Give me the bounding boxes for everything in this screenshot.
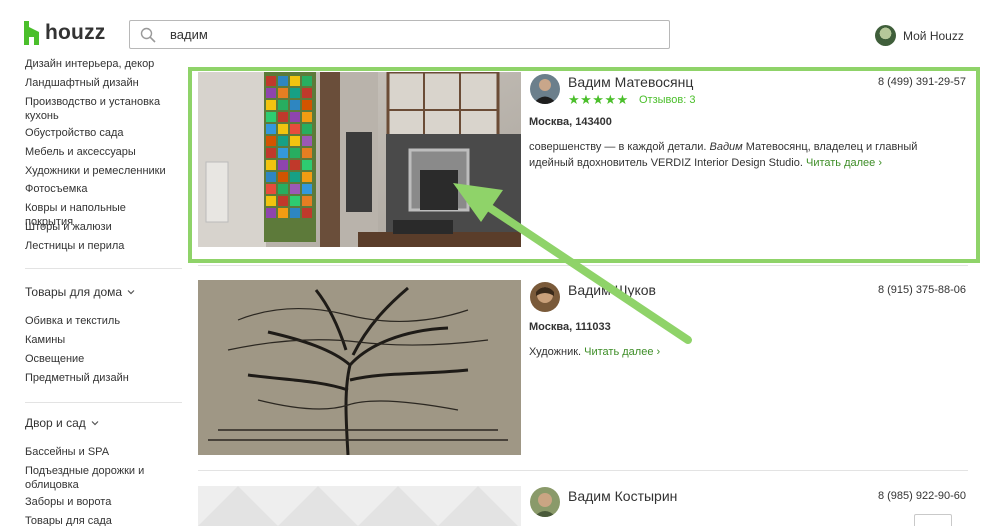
avatar bbox=[875, 25, 896, 46]
pro-location: Москва, 111033 bbox=[529, 321, 611, 333]
my-houzz-menu[interactable]: Мой Houzz bbox=[875, 25, 964, 46]
houzz-logo-icon bbox=[24, 21, 39, 45]
sidebar-item-landscape[interactable]: Ландшафтный дизайн bbox=[25, 76, 175, 90]
search-icon bbox=[140, 27, 156, 43]
artwork-photo bbox=[198, 280, 521, 455]
sidebar-item-furniture[interactable]: Мебель и аксессуары bbox=[25, 145, 175, 159]
my-houzz-label: Мой Houzz bbox=[903, 28, 964, 43]
pro-name[interactable]: Вадим Костырин bbox=[568, 488, 677, 504]
avatar-photo bbox=[536, 287, 554, 303]
highlight-frame bbox=[188, 67, 980, 263]
project-photo[interactable] bbox=[198, 486, 521, 526]
sidebar-item-lighting[interactable]: Освещение bbox=[25, 352, 175, 366]
sidebar-item-textile[interactable]: Обивка и текстиль bbox=[25, 314, 175, 328]
sidebar-heading-label: Двор и сад bbox=[25, 416, 86, 430]
sidebar-item-interior-design[interactable]: Дизайн интерьера, декор bbox=[25, 57, 175, 71]
pro-name[interactable]: Вадим Шуков bbox=[568, 282, 656, 298]
sidebar-item-curtains[interactable]: Шторы и жалюзи bbox=[25, 220, 175, 234]
sidebar-heading-home-goods[interactable]: Товары для дома bbox=[25, 285, 135, 299]
sidebar-divider bbox=[25, 268, 182, 269]
chevron-down-icon bbox=[127, 290, 135, 295]
sidebar-item-pools[interactable]: Бассейны и SPA bbox=[25, 445, 175, 459]
sidebar-item-photo[interactable]: Фотосъемка bbox=[25, 182, 175, 196]
sidebar-divider bbox=[25, 402, 182, 403]
listing-divider bbox=[198, 470, 968, 471]
logo-text: houzz bbox=[45, 21, 106, 44]
sidebar-item-garden-goods[interactable]: Товары для сада bbox=[25, 514, 175, 526]
pro-description: Художник. Читать далее › bbox=[529, 344, 929, 360]
pro-listing: Вадим Костырин 8 (985) 922-90-60 bbox=[198, 486, 968, 526]
sidebar-item-garden[interactable]: Обустройство сада bbox=[25, 126, 175, 140]
sidebar-item-stairs[interactable]: Лестницы и перила bbox=[25, 239, 175, 253]
category-sidebar: Дизайн интерьера, декор Ландшафтный диза… bbox=[0, 55, 185, 526]
pro-avatar[interactable] bbox=[530, 487, 560, 517]
sidebar-item-artists[interactable]: Художники и ремесленники bbox=[25, 164, 175, 178]
pro-phone[interactable]: 8 (985) 922-90-60 bbox=[856, 490, 966, 502]
pro-listing: Вадим Шуков 8 (915) 375-88-06 Москва, 11… bbox=[198, 280, 968, 455]
project-photo[interactable] bbox=[198, 280, 521, 455]
chevron-down-icon bbox=[91, 421, 99, 426]
contact-button[interactable] bbox=[914, 514, 952, 526]
sidebar-item-fences[interactable]: Заборы и ворота bbox=[25, 495, 175, 509]
sidebar-heading-label: Товары для дома bbox=[25, 285, 123, 299]
read-more-link[interactable]: Читать далее › bbox=[584, 346, 660, 358]
sidebar-item-kitchens[interactable]: Производство и установка кухонь bbox=[25, 95, 175, 123]
search-bar[interactable] bbox=[129, 20, 670, 49]
avatar-photo bbox=[534, 493, 556, 517]
desc-text: Художник. bbox=[529, 346, 585, 358]
pro-phone[interactable]: 8 (915) 375-88-06 bbox=[856, 284, 966, 296]
sidebar-item-fireplaces[interactable]: Камины bbox=[25, 333, 175, 347]
sidebar-heading-yard[interactable]: Двор и сад bbox=[25, 416, 99, 430]
top-header: houzz Мой Houzz bbox=[0, 0, 990, 62]
sidebar-item-driveways[interactable]: Подъездные дорожки и облицовка bbox=[25, 464, 175, 492]
listing-divider bbox=[198, 265, 968, 266]
search-input[interactable] bbox=[170, 21, 650, 48]
pattern-photo bbox=[198, 486, 518, 526]
houzz-logo[interactable]: houzz bbox=[24, 20, 105, 46]
pro-avatar[interactable] bbox=[530, 282, 560, 312]
sidebar-item-object-design[interactable]: Предметный дизайн bbox=[25, 371, 175, 385]
